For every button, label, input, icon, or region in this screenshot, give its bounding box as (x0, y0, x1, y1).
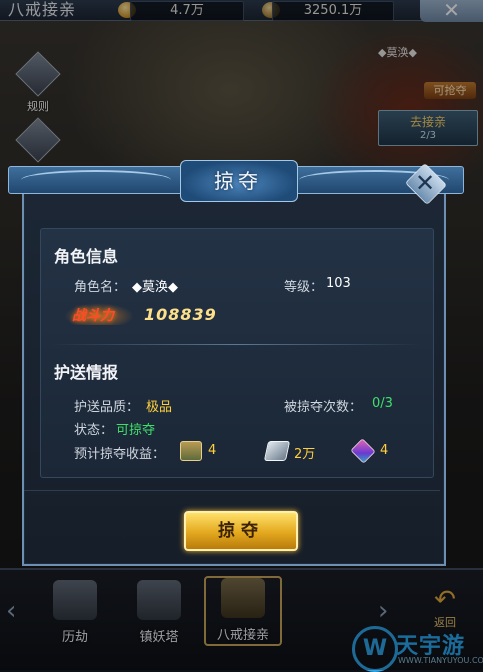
state-value: 可掠夺 (116, 423, 156, 438)
combat-power-value: 108839 (144, 305, 217, 324)
escort-quality-value: 极品 (146, 400, 173, 415)
role-name-label: 角色名： (74, 280, 127, 295)
reward-amount: 4 (208, 443, 217, 458)
close-icon[interactable]: ✕ (406, 166, 444, 200)
section-divider (50, 344, 422, 345)
dialog-title: 掠夺 (214, 169, 262, 193)
role-info-title: 角色信息 (54, 247, 119, 266)
level-label: 等级： (284, 280, 324, 295)
robbed-count-label: 被掠夺次数： (284, 400, 363, 415)
reward-amount: 4 (380, 443, 389, 458)
expected-reward-label: 预计掠夺收益： (74, 447, 166, 462)
role-name-value: ◆莫涣◆ (132, 280, 178, 295)
rob-button[interactable]: 掠夺 (184, 511, 298, 551)
silver-icon (263, 441, 291, 461)
escort-info-title: 护送情报 (54, 363, 119, 382)
state-label: 状态： (74, 423, 114, 438)
escort-quality-label: 护送品质： (74, 400, 140, 415)
cloud-ornament-icon (21, 170, 171, 190)
chest-icon (180, 441, 202, 461)
combat-power-badge: 战斗力 (72, 308, 114, 324)
robbed-count-value: 0/3 (372, 396, 393, 411)
reward-amount: 2万 (294, 447, 316, 462)
level-value: 103 (326, 276, 351, 291)
